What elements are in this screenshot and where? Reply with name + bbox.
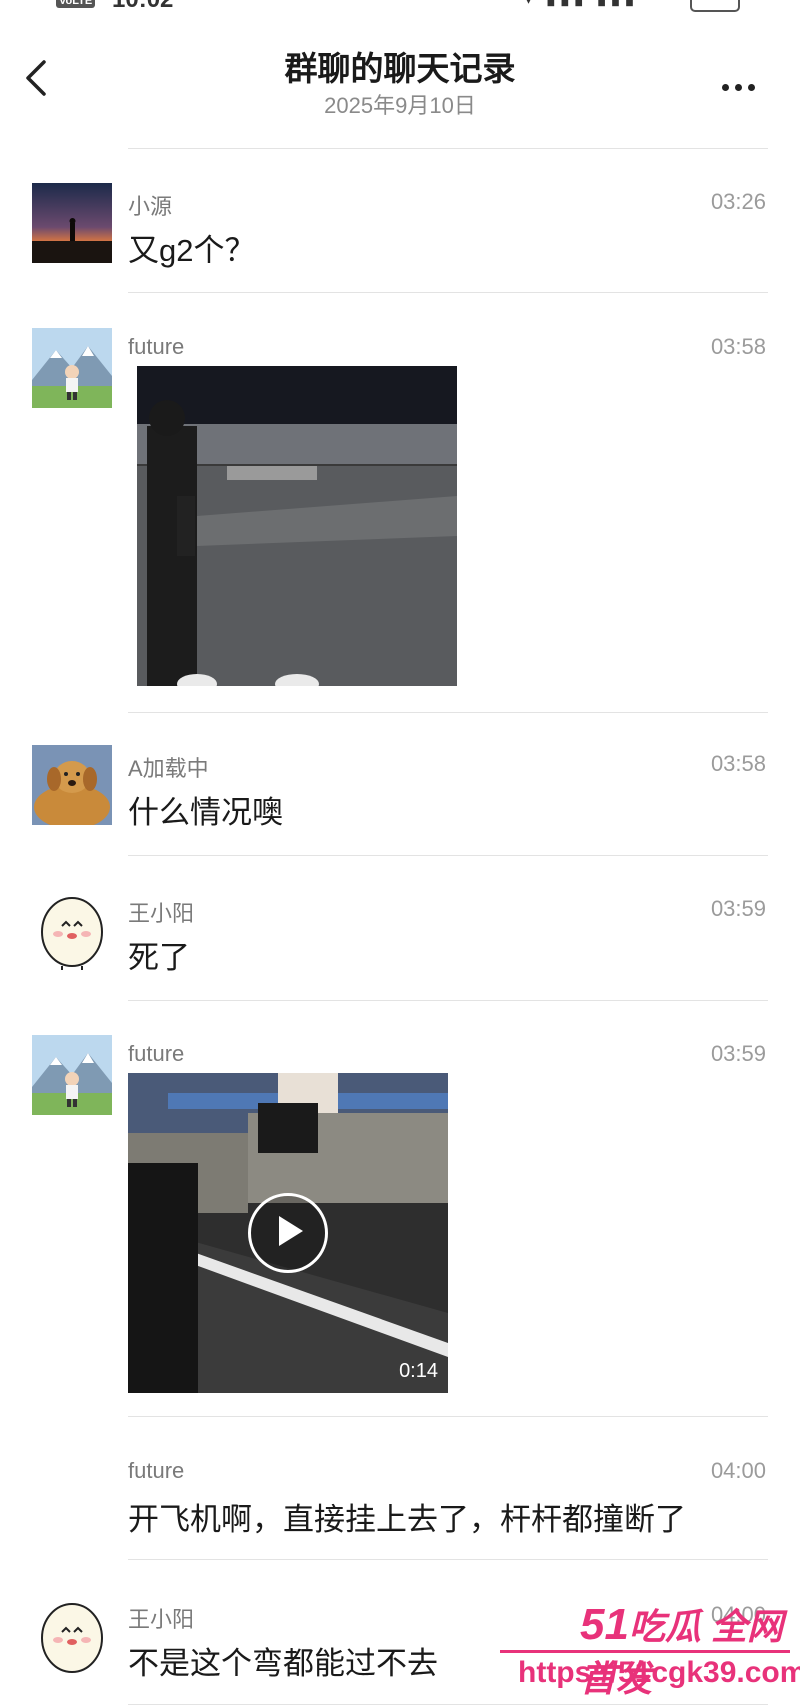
message-time: 03:58 bbox=[710, 334, 766, 359]
sender-name: 王小阳 bbox=[128, 1607, 195, 1632]
status-time: 10:02 bbox=[112, 0, 173, 14]
message-text: 什么情况噢 bbox=[128, 795, 283, 830]
image-message[interactable] bbox=[137, 366, 457, 686]
sender-name: 小源 bbox=[128, 194, 173, 219]
message-text: 死了 bbox=[128, 940, 190, 975]
avatar[interactable] bbox=[32, 1035, 112, 1115]
watermark: 51吃瓜 全网首发 https://51cgk39.com bbox=[500, 1598, 800, 1703]
message-text: 又g2个？ bbox=[128, 233, 256, 268]
sender-name: future bbox=[128, 334, 185, 359]
message-time: 03:59 bbox=[710, 1041, 766, 1066]
chat-date: 2025年9月10日 bbox=[324, 93, 476, 118]
avatar[interactable] bbox=[32, 890, 112, 970]
volte-badge: VoLTE bbox=[56, 0, 96, 8]
battery-icon bbox=[690, 0, 740, 12]
sender-name: A加载中 bbox=[128, 756, 209, 781]
sender-name: future bbox=[128, 1041, 185, 1066]
watermark-line bbox=[500, 1650, 790, 1653]
page-title: 群聊的聊天记录 bbox=[284, 50, 516, 87]
more-button[interactable] bbox=[722, 78, 766, 98]
avatar[interactable] bbox=[32, 745, 112, 825]
divider bbox=[128, 1000, 768, 1001]
divider bbox=[128, 148, 768, 149]
video-duration: 0:14 bbox=[399, 1360, 438, 1382]
avatar[interactable] bbox=[32, 183, 112, 263]
signal-icon: ▾ ▮▮▮ ▮▮▮ bbox=[524, 0, 638, 9]
divider bbox=[128, 292, 768, 293]
divider bbox=[128, 712, 768, 713]
watermark-url: https://51cgk39.com bbox=[518, 1656, 800, 1689]
more-dots-icon bbox=[722, 84, 729, 91]
top-bar: 群聊的聊天记录 2025年9月10日 bbox=[0, 20, 800, 130]
message-time: 03:58 bbox=[710, 751, 766, 776]
avatar[interactable] bbox=[32, 1596, 112, 1676]
sender-name: 王小阳 bbox=[128, 901, 195, 926]
play-icon[interactable] bbox=[248, 1193, 328, 1273]
message-time: 03:59 bbox=[710, 896, 766, 921]
message-time: 03:26 bbox=[710, 189, 766, 214]
message-time: 04:00 bbox=[710, 1458, 766, 1483]
divider bbox=[128, 855, 768, 856]
sender-name: future bbox=[128, 1458, 185, 1483]
status-bar: VoLTE 10:02 ▾ ▮▮▮ ▮▮▮ bbox=[0, 0, 800, 14]
divider bbox=[128, 1559, 768, 1560]
video-message[interactable]: 0:14 bbox=[128, 1073, 448, 1393]
message-text: 不是这个弯都能过不去 bbox=[128, 1646, 438, 1681]
divider bbox=[128, 1704, 768, 1705]
avatar[interactable] bbox=[32, 328, 112, 408]
divider bbox=[128, 1416, 768, 1417]
message-text: 开飞机啊，直接挂上去了，杆杆都撞断了 bbox=[128, 1502, 686, 1537]
